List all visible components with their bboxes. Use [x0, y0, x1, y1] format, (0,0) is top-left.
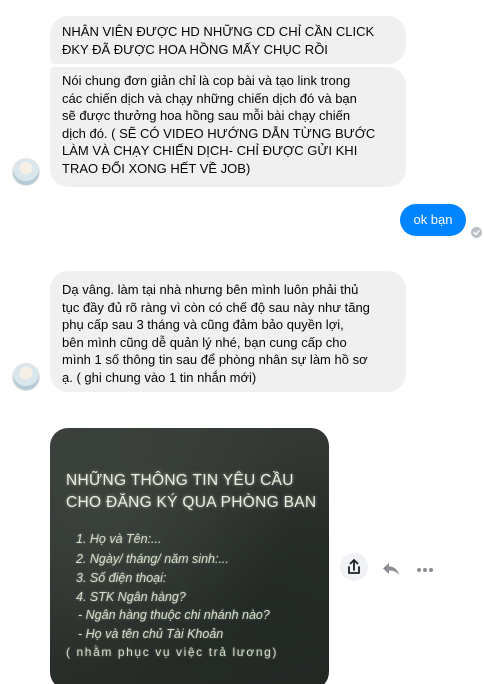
- image-list-item: 1. Họ và Tên:...: [76, 532, 162, 546]
- image-list-item: 2. Ngày/ tháng/ năm sinh:...: [76, 552, 229, 566]
- image-note: ( nhằm phục vụ việc trả lương): [66, 645, 278, 659]
- reply-icon: [383, 563, 399, 575]
- avatar[interactable]: [12, 158, 40, 186]
- message-line: Nói chung đơn giản chỉ là cop bài và tạo…: [62, 73, 351, 88]
- message-bubble-received: Dạ vâng. làm tại nhà nhưng bên mình luôn…: [50, 271, 406, 392]
- message-line: Dạ vâng. làm tại nhà nhưng bên mình luôn…: [62, 282, 359, 297]
- message-line: mình 1 số thông tin sau để phòng nhân sự…: [62, 352, 368, 368]
- message-line: NHÂN VIÊN ĐƯỢC HD NHỮNG CD CHỈ CẦN CLICK: [62, 24, 375, 39]
- image-title-line: CHO ĐĂNG KÝ QUA PHÒNG BAN: [66, 494, 317, 511]
- message-line: TRAO ĐỔI XONG HẾT VỀ JOB): [62, 160, 251, 176]
- image-title-line: NHỮNG THÔNG TIN YÊU CẦU: [66, 472, 294, 489]
- message-line: ạ. ( ghi chung vào 1 tin nhắn mới): [62, 369, 257, 385]
- image-list-item: 4. STK Ngân hàng?: [76, 590, 186, 604]
- more-dots-icon: [417, 568, 433, 572]
- avatar[interactable]: [12, 363, 40, 391]
- image-list-item: 3. Số điện thoại:: [76, 571, 167, 585]
- message-line: tục đầy đủ rõ ràng vì còn có chế độ sau …: [62, 299, 370, 315]
- message-bubble-received: NHÂN VIÊN ĐƯỢC HD NHỮNG CD CHỈ CẦN CLICK…: [50, 16, 406, 64]
- message-line: ĐKY ĐÃ ĐƯỢC HOA HỒNG MẤY CHỤC RỒI: [62, 41, 328, 57]
- reply-button[interactable]: [380, 558, 402, 580]
- share-button[interactable]: [340, 553, 368, 581]
- message-line: bên mình cũng dễ quản lý nhé, bạn cung c…: [62, 334, 347, 350]
- message-bubble-received: Nói chung đơn giản chỉ là cop bài và tạo…: [50, 67, 406, 187]
- seen-check-icon: [471, 227, 482, 238]
- more-options-button[interactable]: [414, 559, 436, 581]
- message-line: phụ cấp sau 3 tháng và cũng đảm bảo quyề…: [62, 317, 344, 333]
- message-line: các chiến dịch và chạy những chiến dịch …: [62, 90, 357, 106]
- message-bubble-sent: ok bạn: [400, 204, 466, 236]
- message-line: dịch đó. ( SẼ CÓ VIDEO HƯỚNG DẪN TỪNG BƯ…: [62, 125, 376, 141]
- image-message[interactable]: NHỮNG THÔNG TIN YÊU CẦU CHO ĐĂNG KÝ QUA …: [50, 428, 329, 684]
- message-line: sẽ được thưởng hoa hồng sau mỗi bài chạy…: [62, 108, 351, 124]
- share-icon: [348, 559, 360, 574]
- message-line: LÀM VÀ CHẠY CHIẾN DỊCH- CHỈ ĐƯỢC GỬI KHI: [62, 143, 358, 159]
- image-list-item: - Họ và tên chủ Tài Khoản: [78, 627, 224, 641]
- image-list-item: - Ngân hàng thuộc chi nhánh nào?: [78, 608, 270, 622]
